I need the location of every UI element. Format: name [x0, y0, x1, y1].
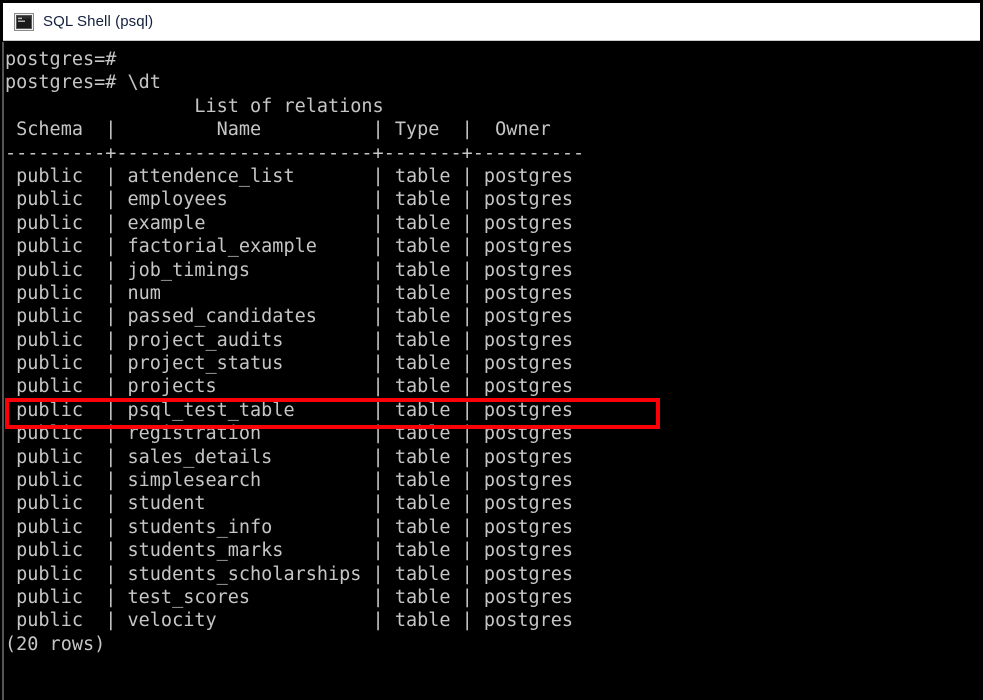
table-separator-row: ---------+-----------------------+------…	[5, 142, 585, 164]
table-row: public | project_status | table | postgr…	[5, 353, 585, 375]
table-row: public | employees | table | postgres	[5, 189, 585, 211]
table-row: public | attendence_list | table | postg…	[5, 165, 585, 187]
prompt-line: postgres=# \dt	[5, 72, 161, 94]
prompt-line: postgres=#	[5, 49, 117, 70]
table-row: public | psql_test_table | table | postg…	[5, 399, 585, 421]
table-row: public | simplesearch | table | postgres	[5, 470, 585, 492]
table-row: public | project_audits | table | postgr…	[5, 329, 585, 351]
terminal-console[interactable]: postgres=# postgres=# \dt List of relatio…	[0, 42, 983, 700]
table-row: public | num | table | postgres	[5, 282, 585, 304]
table-row: public | factorial_example | table | pos…	[5, 236, 585, 258]
table-row: public | sales_details | table | postgre…	[5, 446, 585, 468]
sql-shell-window: SQL Shell (psql) postgres=# postgres=# \d…	[0, 0, 983, 700]
table-row: public | velocity | table | postgres	[5, 610, 585, 632]
console-left-edge	[2, 42, 4, 700]
console-icon	[14, 12, 34, 31]
title-bar: SQL Shell (psql)	[3, 3, 980, 41]
table-row: public | students_info | table | postgre…	[5, 516, 585, 538]
table-row: public | students_scholarships | table |…	[5, 563, 585, 585]
table-row: public | registration | table | postgres	[5, 423, 585, 445]
terminal-output: postgres=# postgres=# \dt List of relatio…	[5, 48, 584, 656]
report-title: List of relations	[5, 95, 585, 117]
window-title: SQL Shell (psql)	[43, 13, 154, 30]
table-row: public | projects | table | postgres	[5, 376, 585, 398]
table-row: public | test_scores | table | postgres	[5, 586, 585, 608]
table-row: public | students_marks | table | postgr…	[5, 540, 585, 562]
table-header-row: Schema | Name | Type | Owner	[5, 119, 585, 141]
table-row: public | passed_candidates | table | pos…	[5, 306, 585, 328]
table-row: public | student | table | postgres	[5, 493, 585, 515]
table-row: public | example | table | postgres	[5, 212, 585, 234]
table-row: public | job_timings | table | postgres	[5, 259, 585, 281]
row-count-label: (20 rows)	[5, 633, 106, 655]
